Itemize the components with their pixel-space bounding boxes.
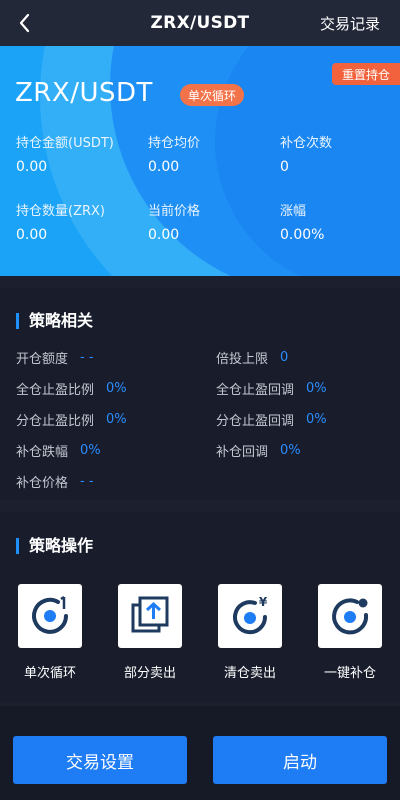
- operations-section: 策略操作 单次循环 部分卖出 ¥ 清仓卖出 一键补仓: [0, 512, 400, 702]
- stat-value: 0.00%: [280, 227, 325, 243]
- op-icon-box[interactable]: [18, 584, 82, 648]
- op-label: 部分卖出: [123, 666, 176, 681]
- kv-label: 补仓回调: [216, 445, 269, 460]
- stat-value: 0.00: [16, 159, 48, 175]
- kv-label: 分仓止盈回调: [216, 414, 295, 429]
- kv-full-tp-ratio: 全仓止盈比例 0%: [16, 379, 127, 398]
- kv-label: 补仓跌幅: [16, 445, 69, 460]
- op-clear-sell[interactable]: ¥ 清仓卖出: [218, 584, 282, 681]
- stat-current-price: 当前价格 0.00: [148, 200, 200, 243]
- kv-value: - -: [80, 350, 94, 365]
- stat-label: 持仓均价: [148, 136, 201, 151]
- kv-full-tp-pullback: 全仓止盈回调 0%: [216, 379, 327, 398]
- back-icon[interactable]: [14, 10, 38, 36]
- op-icon-box[interactable]: [118, 584, 182, 648]
- stat-average-price: 持仓均价 0.00: [148, 132, 200, 175]
- stat-position-amount: 持仓金额(USDT) 0.00: [16, 132, 114, 175]
- strategy-section: 策略相关 开仓额度 - - 倍投上限 0 全仓止盈比例 0% 全仓止盈回调 0%…: [0, 288, 400, 500]
- trade-settings-button[interactable]: 交易设置: [13, 736, 187, 784]
- single-cycle-icon: [32, 595, 68, 634]
- kv-value: 0%: [80, 443, 101, 458]
- kv-multiplier-cap: 倍投上限 0: [216, 348, 288, 367]
- kv-label: 全仓止盈比例: [16, 383, 95, 398]
- stat-label: 持仓数量(ZRX): [16, 204, 105, 219]
- kv-label: 开仓额度: [16, 352, 69, 367]
- stat-change: 涨幅 0.00%: [280, 200, 324, 243]
- op-label: 单次循环: [23, 666, 76, 681]
- section-title: 策略相关: [16, 313, 93, 329]
- pair-name: ZRX/USDT: [15, 78, 153, 108]
- stat-position-qty: 持仓数量(ZRX) 0.00: [16, 200, 105, 243]
- kv-partial-tp-ratio: 分仓止盈比例 0%: [16, 410, 127, 429]
- kv-value: 0%: [306, 412, 327, 427]
- stat-value: 0.00: [148, 227, 180, 243]
- kv-label: 全仓止盈回调: [216, 383, 295, 398]
- kv-add-pullback: 补仓回调 0%: [216, 441, 301, 460]
- mode-badge: 单次循环: [180, 84, 245, 106]
- header-bar: ZRX/USDT 交易记录: [0, 0, 400, 46]
- stat-add-count: 补仓次数 0: [280, 132, 332, 175]
- kv-open-amount: 开仓额度 - -: [16, 348, 94, 367]
- one-click-add-icon: [332, 598, 369, 635]
- trade-records-link[interactable]: 交易记录: [320, 13, 380, 34]
- kv-value: 0%: [106, 381, 127, 396]
- stat-label: 持仓金额(USDT): [16, 136, 114, 151]
- kv-add-price: 补仓价格 - -: [16, 472, 94, 491]
- position-card: 重置持仓 ZRX/USDT 单次循环 持仓金额(USDT) 0.00 持仓均价 …: [0, 46, 400, 276]
- stat-label: 当前价格: [148, 204, 201, 219]
- section-title: 策略操作: [16, 538, 93, 554]
- kv-partial-tp-pullback: 分仓止盈回调 0%: [216, 410, 327, 429]
- reset-position-button[interactable]: 重置持仓: [332, 63, 400, 85]
- stat-value: 0: [280, 159, 289, 175]
- start-button[interactable]: 启动: [213, 736, 387, 784]
- op-one-click-add[interactable]: 一键补仓: [318, 584, 382, 681]
- op-label: 一键补仓: [323, 666, 376, 681]
- stat-label: 涨幅: [280, 204, 307, 219]
- svg-text:¥: ¥: [259, 595, 268, 609]
- kv-label: 分仓止盈比例: [16, 414, 95, 429]
- op-label: 清仓卖出: [223, 666, 276, 681]
- stat-label: 补仓次数: [280, 136, 333, 151]
- kv-value: - -: [80, 474, 94, 489]
- stat-value: 0.00: [16, 227, 48, 243]
- kv-value: 0%: [306, 381, 327, 396]
- op-single-cycle[interactable]: 单次循环: [18, 584, 82, 681]
- kv-label: 补仓价格: [16, 476, 69, 491]
- op-icon-box[interactable]: [318, 584, 382, 648]
- clear-sell-icon: ¥: [233, 595, 268, 635]
- kv-add-drop: 补仓跌幅 0%: [16, 441, 101, 460]
- op-partial-sell[interactable]: 部分卖出: [118, 584, 182, 681]
- op-icon-box[interactable]: ¥: [218, 584, 282, 648]
- page-title: ZRX/USDT: [150, 13, 250, 33]
- stat-value: 0.00: [148, 159, 180, 175]
- kv-value: 0%: [106, 412, 127, 427]
- kv-value: 0: [280, 350, 289, 365]
- bottom-bar: 交易设置 启动: [0, 706, 400, 800]
- kv-label: 倍投上限: [216, 352, 269, 367]
- partial-sell-icon: [131, 596, 169, 633]
- kv-value: 0%: [280, 443, 301, 458]
